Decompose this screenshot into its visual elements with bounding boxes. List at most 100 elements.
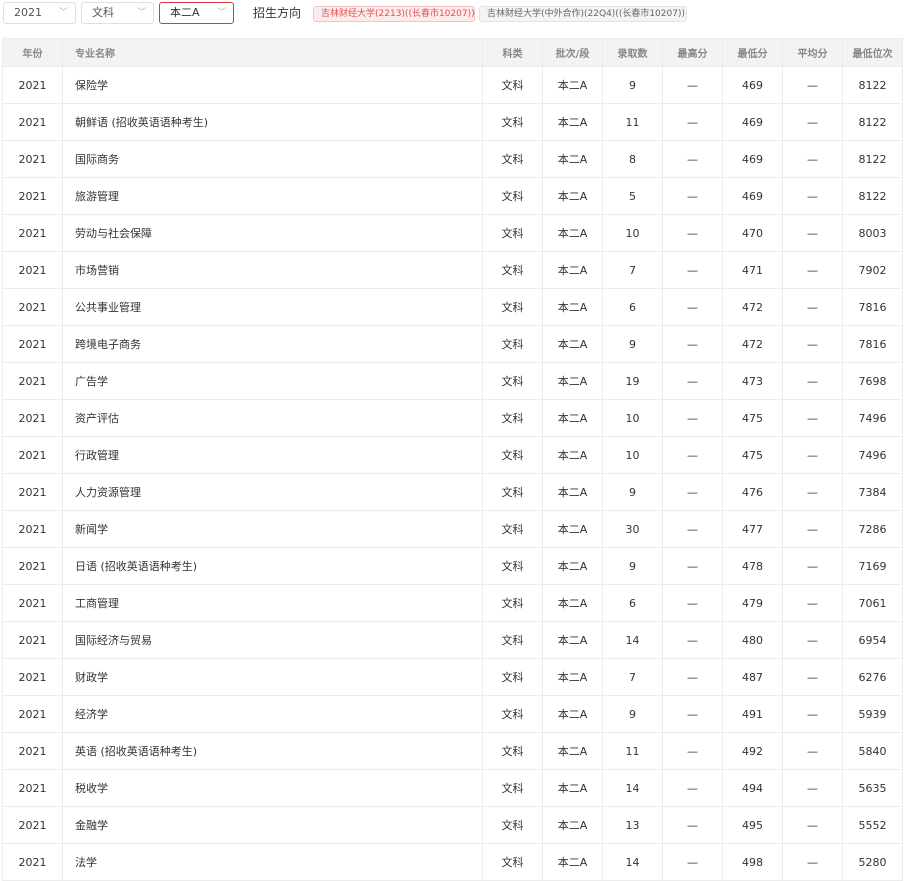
cell-max-score: —: [662, 547, 723, 585]
cell-avg-score: —: [782, 769, 843, 807]
cell-min-rank: 5280: [842, 843, 903, 881]
header-min-rank: 最低位次: [842, 38, 903, 67]
table-row: 2021 朝鲜语 (招收英语语种考生) 文科 本二A 11—469—8122: [2, 103, 903, 141]
cell-year: 2021: [2, 473, 63, 511]
direction-tag-coop[interactable]: 吉林财经大学(中外合作)(22Q4)((长春市10207)): [479, 6, 687, 22]
cell-max-score: —: [662, 584, 723, 622]
cell-year: 2021: [2, 399, 63, 437]
cell-major: 财政学: [62, 658, 483, 696]
table-row: 2021 日语 (招收英语语种考生) 文科 本二A 9—478—7169: [2, 547, 903, 585]
cell-batch: 本二A: [542, 177, 603, 215]
cell-avg-score: —: [782, 214, 843, 252]
cell-min-score: 471: [722, 251, 783, 289]
cell-category: 文科: [482, 473, 543, 511]
cell-min-score: 478: [722, 547, 783, 585]
cell-avg-score: —: [782, 658, 843, 696]
table-row: 2021 经济学 文科 本二A 9—491—5939: [2, 695, 903, 733]
cell-max-score: —: [662, 843, 723, 881]
cell-max-score: —: [662, 806, 723, 844]
table-row: 2021 公共事业管理 文科 本二A 6—472—7816: [2, 288, 903, 326]
cell-avg-score: —: [782, 806, 843, 844]
cell-max-score: —: [662, 325, 723, 363]
cell-major: 保险学: [62, 66, 483, 104]
table-row: 2021 英语 (招收英语语种考生) 文科 本二A 11—492—5840: [2, 732, 903, 770]
cell-year: 2021: [2, 66, 63, 104]
cell-category: 文科: [482, 695, 543, 733]
direction-tag-main[interactable]: 吉林财经大学(2213)((长春市10207)): [313, 6, 475, 22]
cell-batch: 本二A: [542, 362, 603, 400]
cell-category: 文科: [482, 658, 543, 696]
cell-min-rank: 7902: [842, 251, 903, 289]
cell-min-score: 469: [722, 177, 783, 215]
cell-admitted: 6: [602, 584, 663, 622]
cell-min-rank: 7169: [842, 547, 903, 585]
cell-avg-score: —: [782, 695, 843, 733]
cell-min-score: 475: [722, 436, 783, 474]
table-row: 2021 国际商务 文科 本二A 8—469—8122: [2, 140, 903, 178]
cell-min-rank: 6954: [842, 621, 903, 659]
cell-admitted: 10: [602, 214, 663, 252]
cell-major: 工商管理: [62, 584, 483, 622]
cell-major: 劳动与社会保障: [62, 214, 483, 252]
cell-batch: 本二A: [542, 251, 603, 289]
cell-admitted: 10: [602, 436, 663, 474]
cell-min-score: 491: [722, 695, 783, 733]
cell-category: 文科: [482, 806, 543, 844]
cell-year: 2021: [2, 177, 63, 215]
category-select-value: 文科: [92, 6, 114, 19]
cell-batch: 本二A: [542, 325, 603, 363]
cell-category: 文科: [482, 769, 543, 807]
cell-admitted: 11: [602, 103, 663, 141]
cell-major: 人力资源管理: [62, 473, 483, 511]
cell-min-score: 472: [722, 325, 783, 363]
cell-batch: 本二A: [542, 103, 603, 141]
cell-admitted: 7: [602, 658, 663, 696]
cell-avg-score: —: [782, 621, 843, 659]
cell-min-rank: 8122: [842, 103, 903, 141]
cell-category: 文科: [482, 621, 543, 659]
cell-avg-score: —: [782, 288, 843, 326]
cell-batch: 本二A: [542, 399, 603, 437]
cell-avg-score: —: [782, 584, 843, 622]
cell-max-score: —: [662, 621, 723, 659]
cell-max-score: —: [662, 288, 723, 326]
cell-admitted: 8: [602, 140, 663, 178]
cell-admitted: 9: [602, 547, 663, 585]
cell-avg-score: —: [782, 843, 843, 881]
category-select[interactable]: 文科 ﹀: [81, 2, 154, 24]
cell-major: 税收学: [62, 769, 483, 807]
cell-max-score: —: [662, 362, 723, 400]
batch-select[interactable]: 本二A ﹀: [159, 2, 234, 24]
cell-min-score: 475: [722, 399, 783, 437]
cell-year: 2021: [2, 214, 63, 252]
year-select[interactable]: 2021 ﹀: [3, 2, 76, 24]
table-row: 2021 保险学 文科 本二A 9—469—8122: [2, 66, 903, 104]
cell-year: 2021: [2, 436, 63, 474]
cell-min-rank: 7286: [842, 510, 903, 548]
cell-avg-score: —: [782, 140, 843, 178]
cell-admitted: 11: [602, 732, 663, 770]
cell-min-score: 498: [722, 843, 783, 881]
cell-min-rank: 7496: [842, 399, 903, 437]
cell-min-score: 476: [722, 473, 783, 511]
cell-min-rank: 7496: [842, 436, 903, 474]
cell-major: 市场营销: [62, 251, 483, 289]
cell-admitted: 14: [602, 769, 663, 807]
cell-major: 公共事业管理: [62, 288, 483, 326]
cell-avg-score: —: [782, 399, 843, 437]
cell-admitted: 10: [602, 399, 663, 437]
cell-avg-score: —: [782, 473, 843, 511]
cell-category: 文科: [482, 399, 543, 437]
cell-min-rank: 5939: [842, 695, 903, 733]
cell-admitted: 7: [602, 251, 663, 289]
cell-max-score: —: [662, 177, 723, 215]
cell-max-score: —: [662, 399, 723, 437]
cell-category: 文科: [482, 325, 543, 363]
cell-min-score: 473: [722, 362, 783, 400]
cell-year: 2021: [2, 547, 63, 585]
cell-avg-score: —: [782, 325, 843, 363]
cell-min-rank: 5635: [842, 769, 903, 807]
cell-min-rank: 8122: [842, 177, 903, 215]
cell-min-score: 479: [722, 584, 783, 622]
admission-table: 年份 专业名称 科类 批次/段 录取数 最高分 最低分 平均分 最低位次 202…: [2, 38, 903, 881]
